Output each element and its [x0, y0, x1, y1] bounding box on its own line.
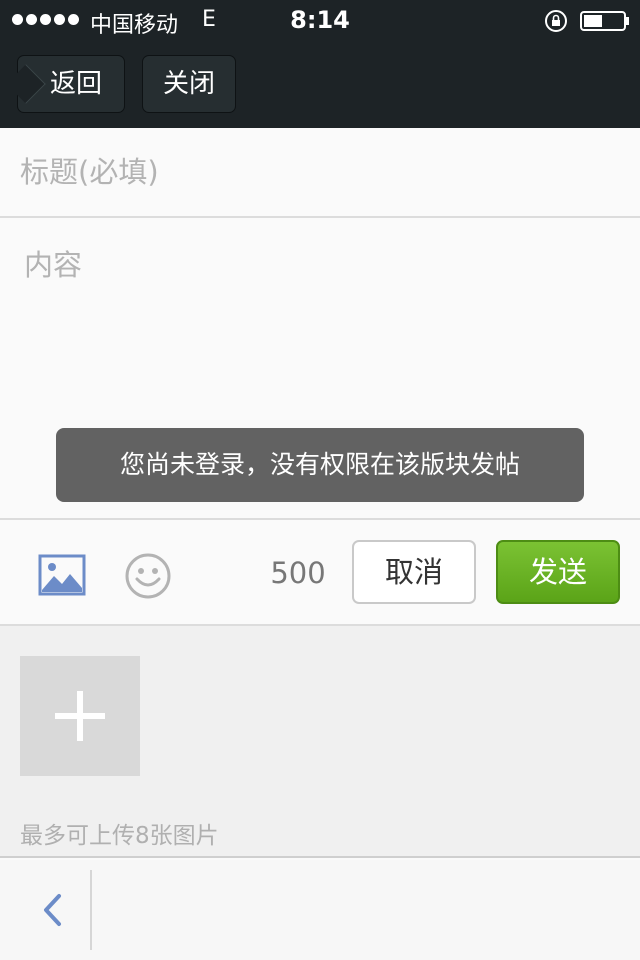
chevron-left-icon[interactable]	[40, 892, 64, 928]
send-button[interactable]: 发送	[496, 540, 620, 604]
bottom-bar	[0, 860, 640, 960]
status-bar: 中国移动 E 8:14	[0, 0, 640, 40]
image-icon[interactable]	[38, 554, 86, 596]
rotation-lock-icon	[545, 10, 567, 32]
add-image-button[interactable]	[20, 656, 140, 776]
login-required-toast: 您尚未登录，没有权限在该版块发帖	[56, 428, 584, 502]
compose-toolbar: 500 取消 发送	[0, 518, 640, 626]
app-root: 中国移动 E 8:14 返回 关闭 您尚未登录，没有权限在该版块发帖	[0, 0, 640, 960]
cancel-button[interactable]: 取消	[352, 540, 476, 604]
title-input[interactable]	[0, 128, 640, 216]
smile-icon[interactable]	[124, 552, 172, 600]
attachment-limit-hint: 最多可上传8张图片	[20, 823, 219, 849]
close-button[interactable]: 关闭	[142, 55, 236, 113]
battery-icon	[580, 11, 629, 31]
back-button[interactable]: 返回	[6, 55, 125, 113]
back-arrow-shape	[6, 64, 46, 104]
title-field-container	[0, 128, 640, 218]
bottom-bar-divider	[90, 870, 92, 950]
attachment-panel: 最多可上传8张图片	[0, 626, 640, 858]
navigation-bar: 返回 关闭	[0, 40, 640, 128]
remaining-char-count: 500	[270, 556, 326, 590]
back-button-label: 返回	[49, 69, 102, 99]
plus-icon	[55, 691, 105, 741]
